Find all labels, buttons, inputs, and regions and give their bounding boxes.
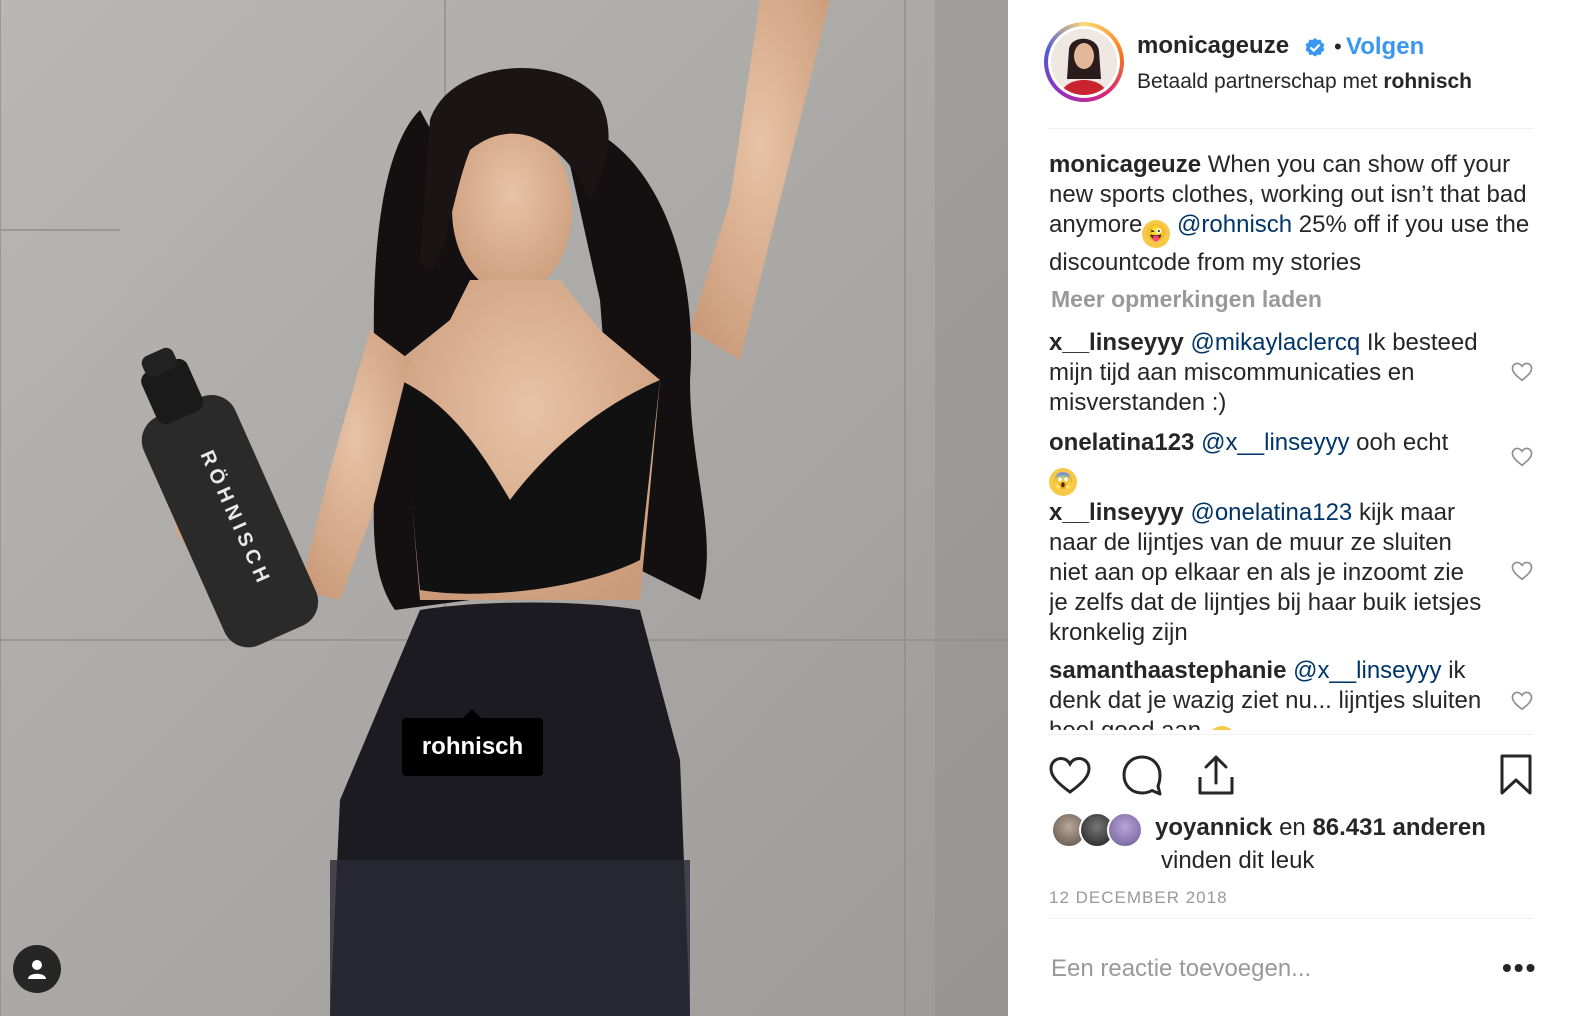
comment-like-heart-icon[interactable]: [1511, 561, 1533, 581]
post-side-panel: monicageuze • Volgen Betaald partnerscha…: [1008, 0, 1576, 1016]
comment-mention[interactable]: @mikaylaclercq: [1190, 329, 1360, 356]
comment-like-heart-icon[interactable]: [1511, 447, 1533, 467]
liker-username[interactable]: yoyannick: [1155, 814, 1272, 841]
comment-username[interactable]: x__linseyyy: [1049, 329, 1184, 356]
product-tag-label: rohnisch: [421, 733, 524, 760]
photo-scene: RÖHNISCH: [0, 0, 1008, 1016]
comment-like-heart-icon[interactable]: [1511, 362, 1533, 382]
share-upload-icon[interactable]: [1194, 752, 1238, 798]
user-tags-button[interactable]: [13, 945, 61, 993]
screaming-face-emoji: 😱: [1049, 468, 1077, 496]
user-silhouette-icon: [28, 960, 46, 979]
comment-mention[interactable]: @x__linseyyy: [1201, 429, 1349, 456]
post-author-username[interactable]: monicageuze: [1137, 32, 1289, 60]
comment-item: x__linseyyy @mikaylaclercq Ik besteed mi…: [1049, 328, 1489, 418]
winking-tongue-emoji: 😜: [1142, 220, 1171, 248]
comment-text: ooh echt: [1356, 429, 1449, 456]
comment-like-heart-icon[interactable]: [1511, 691, 1533, 711]
partnership-prefix: Betaald partnerschap met: [1137, 70, 1378, 93]
comment-bubble-icon[interactable]: [1120, 752, 1164, 798]
add-comment-input[interactable]: [1049, 950, 1453, 988]
comment-item: samanthaastephanie @x__linseyyy ik denk …: [1049, 656, 1489, 730]
caption-username[interactable]: monicageuze: [1049, 151, 1201, 178]
like-heart-icon[interactable]: [1048, 752, 1092, 798]
comment-mention[interactable]: @onelatina123: [1190, 499, 1352, 526]
story-avatar[interactable]: [1044, 22, 1124, 102]
product-tag-rohnisch[interactable]: rohnisch: [402, 709, 543, 776]
post-date[interactable]: 12 DECEMBER 2018: [1049, 888, 1228, 908]
comments-list[interactable]: monicageuze When you can show off your n…: [1049, 150, 1569, 730]
likes-summary: yoyannick en 86.431 anderen vinden dit l…: [1155, 812, 1535, 874]
save-bookmark-icon[interactable]: [1496, 752, 1536, 798]
comment-item: onelatina123 @x__linseyyy ooh echt 😱: [1049, 428, 1489, 496]
comments-divider: [1048, 734, 1534, 735]
likes-suffix: vinden dit leuk: [1161, 847, 1315, 874]
post-header: monicageuze • Volgen Betaald partnerscha…: [1008, 0, 1576, 128]
verified-badge-icon: [1305, 38, 1325, 57]
comment-item: x__linseyyy @onelatina123 kijk maar naar…: [1049, 498, 1489, 648]
comment-mention[interactable]: @x__linseyyy: [1293, 657, 1441, 684]
likes-count[interactable]: 86.431 anderen: [1312, 814, 1485, 841]
more-options-icon[interactable]: •••: [1502, 954, 1537, 982]
follow-button[interactable]: Volgen: [1346, 33, 1424, 61]
post-caption: monicageuze When you can show off your n…: [1049, 150, 1534, 278]
sweat-smile-emoji: 😅: [1207, 726, 1236, 730]
header-separator: •: [1334, 34, 1342, 59]
paid-partnership-label: Betaald partnerschap met rohnisch: [1137, 70, 1472, 94]
avatar: [1051, 29, 1117, 95]
footer-divider: [1048, 918, 1534, 919]
comment-username[interactable]: x__linseyyy: [1049, 499, 1184, 526]
header-divider: [1048, 128, 1534, 129]
comment-username[interactable]: samanthaastephanie: [1049, 657, 1286, 684]
comment-username[interactable]: onelatina123: [1049, 429, 1194, 456]
liker-avatar: [1107, 812, 1143, 848]
likes-connector: en: [1279, 814, 1306, 841]
partner-link[interactable]: rohnisch: [1383, 70, 1472, 93]
load-more-comments-button[interactable]: Meer opmerkingen laden: [1051, 284, 1322, 314]
post-photo[interactable]: RÖHNISCH rohnisch: [0, 0, 1008, 1016]
likers-avatars[interactable]: [1051, 812, 1147, 848]
caption-mention[interactable]: @rohnisch: [1177, 211, 1292, 238]
